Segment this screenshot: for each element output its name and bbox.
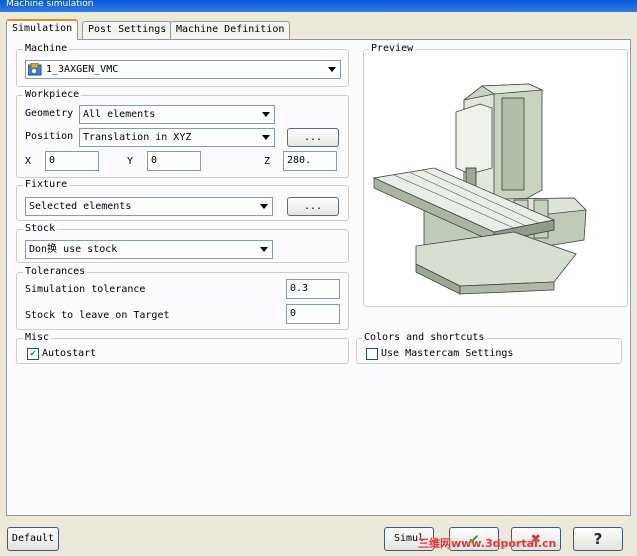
tolerances-group-label: Tolerances: [23, 266, 88, 277]
preview-group: [363, 49, 628, 307]
workpiece-group-label: Workpiece: [23, 89, 82, 100]
use-mastercam-settings-checkbox[interactable]: [366, 348, 378, 360]
fixture-select[interactable]: Selected elements: [25, 197, 273, 216]
fixture-browse-button[interactable]: ...: [287, 197, 339, 216]
chevron-down-icon: [262, 112, 270, 117]
chevron-down-icon: [260, 204, 268, 209]
position-label: Position: [25, 131, 74, 142]
stock-select[interactable]: Don换 use stock: [25, 240, 273, 259]
simulation-tolerance-input[interactable]: 0.3: [286, 279, 340, 299]
machine-icon: [27, 62, 42, 76]
preview-group-label: Preview: [369, 43, 416, 54]
stock-select-value: Don换 use stock: [29, 244, 118, 255]
geometry-label: Geometry: [25, 108, 74, 119]
x-label: X: [25, 156, 32, 167]
position-select-value: Translation in XYZ: [83, 132, 192, 143]
stock-to-leave-input[interactable]: 0: [286, 304, 340, 324]
autostart-checkbox[interactable]: ✔: [27, 348, 39, 360]
z-label: Z: [264, 156, 271, 167]
machine-select-value: 1_3AXGEN_VMC: [46, 64, 119, 75]
autostart-label: Autostart: [42, 348, 97, 359]
simulation-panel: Machine 1_3AXGEN_VMC Workpiece Geometry …: [6, 39, 631, 516]
help-button[interactable]: ?: [573, 527, 623, 551]
misc-group-label: Misc: [23, 332, 52, 343]
check-icon: ✔: [29, 348, 37, 359]
y-label: Y: [127, 156, 134, 167]
machine-select[interactable]: 1_3AXGEN_VMC: [25, 60, 341, 79]
x-input[interactable]: 0: [45, 151, 99, 171]
chevron-down-icon: [328, 67, 336, 72]
tab-simulation[interactable]: Simulation: [6, 19, 79, 40]
stock-group-label: Stock: [23, 223, 58, 234]
y-input[interactable]: 0: [147, 151, 201, 171]
simulation-tolerance-label: Simulation tolerance: [25, 284, 146, 295]
colors-group-label: Colors and shortcuts: [362, 332, 487, 343]
default-button[interactable]: Default: [7, 527, 59, 551]
stock-to-leave-label: Stock to leave on Target: [25, 310, 170, 321]
window-title-bar: Machine simulation: [0, 0, 637, 12]
watermark-text: 三维网www.3dportal.cn: [418, 537, 557, 550]
use-mastercam-settings-label: Use Mastercam Settings: [381, 348, 514, 359]
tab-post-settings[interactable]: Post Settings: [82, 21, 173, 39]
position-browse-button[interactable]: ...: [287, 128, 339, 147]
position-select[interactable]: Translation in XYZ: [79, 128, 275, 147]
machine-preview-image: [372, 83, 587, 295]
chevron-down-icon: [260, 247, 268, 252]
z-input[interactable]: 280.: [283, 151, 337, 171]
tab-machine-definition[interactable]: Machine Definition: [170, 21, 291, 39]
window-title: Machine simulation: [6, 0, 94, 9]
geometry-select[interactable]: All elements: [79, 105, 275, 124]
fixture-group-label: Fixture: [23, 179, 70, 190]
chevron-down-icon: [262, 135, 270, 140]
machine-group-label: Machine: [23, 43, 70, 54]
help-icon: ?: [593, 530, 603, 548]
fixture-select-value: Selected elements: [29, 201, 132, 212]
geometry-select-value: All elements: [83, 109, 156, 120]
